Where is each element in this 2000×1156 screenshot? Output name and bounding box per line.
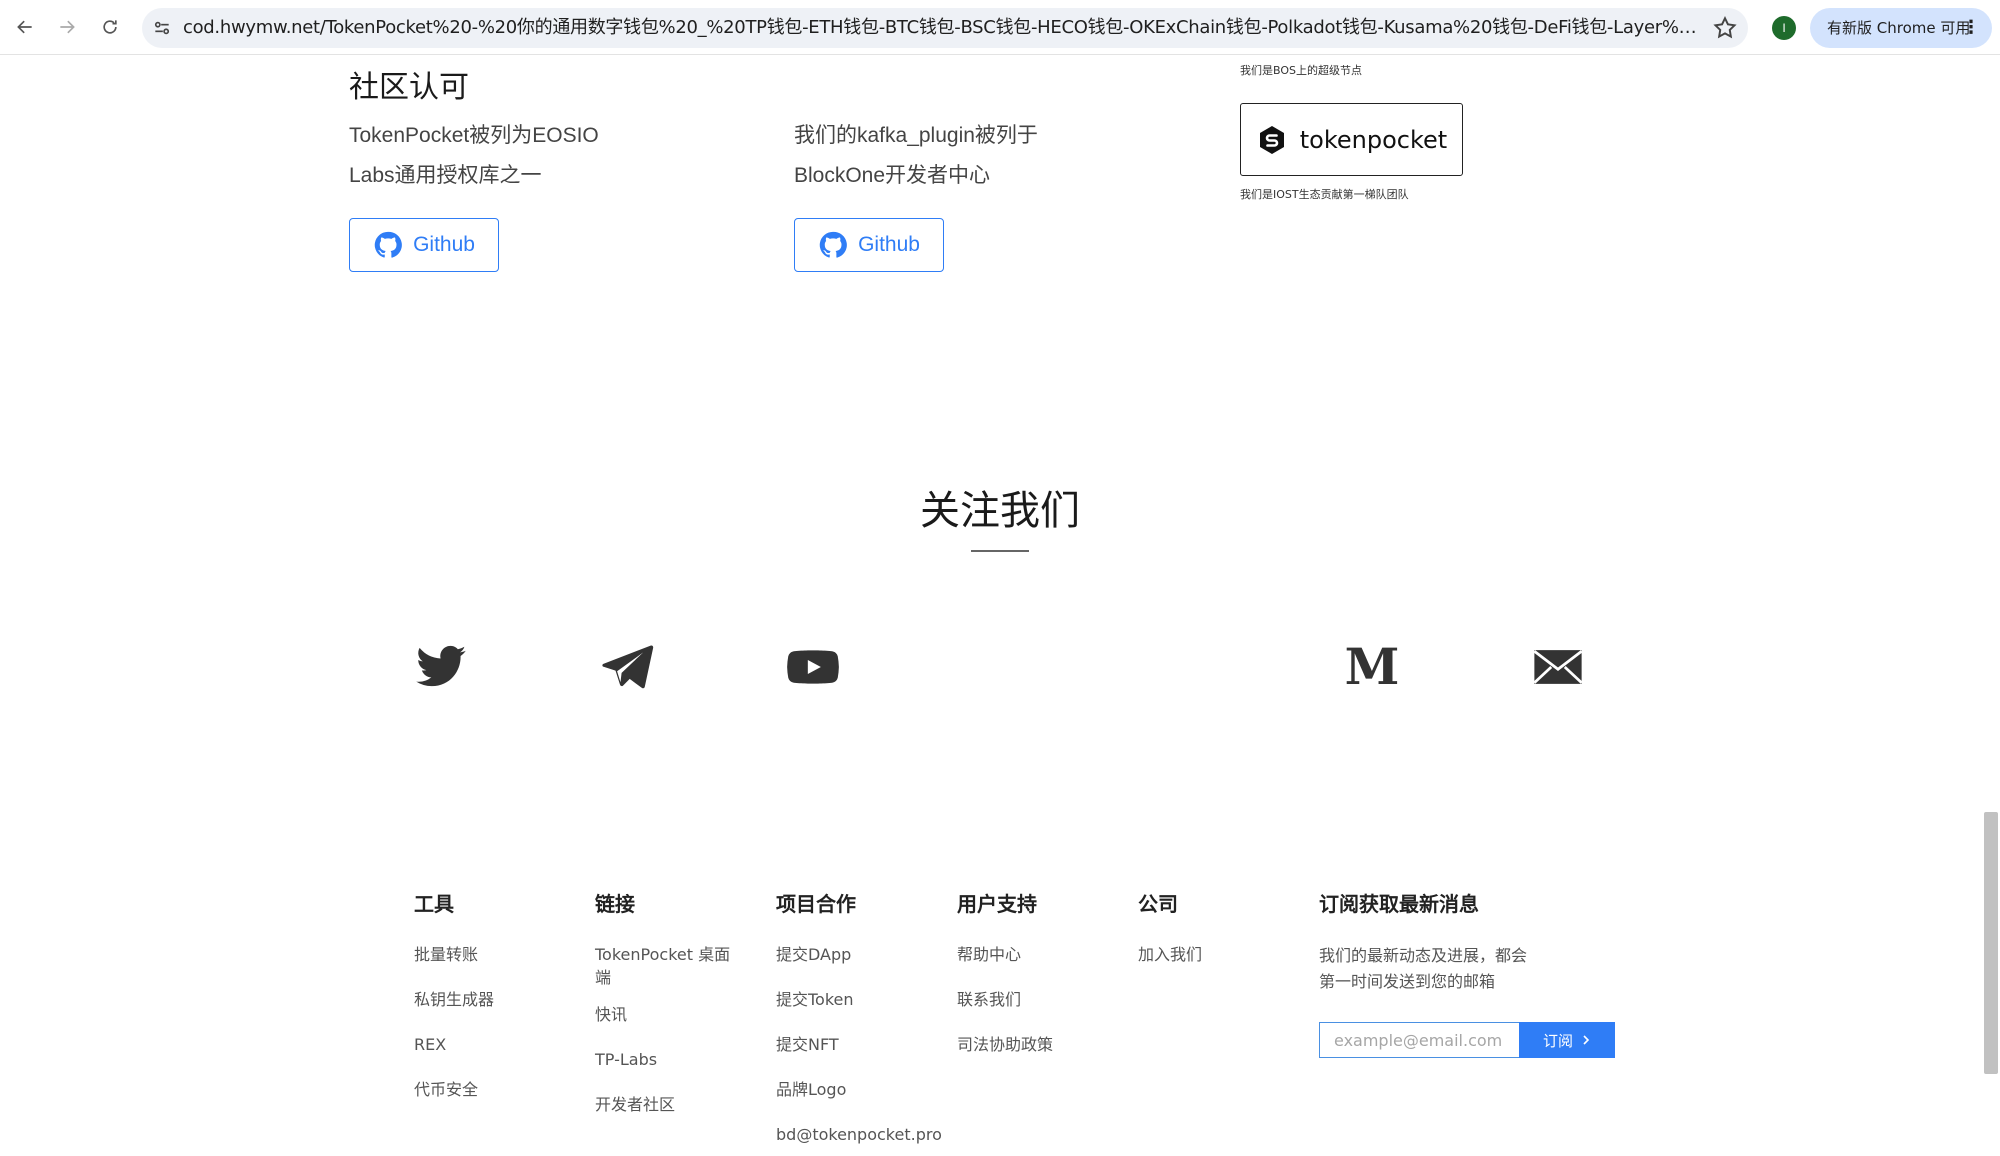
- browser-toolbar: cod.hwymw.net/TokenPocket%20-%20你的通用数字钱包…: [0, 0, 2000, 55]
- github-button-1[interactable]: Github: [349, 218, 499, 272]
- title-divider: [971, 550, 1029, 552]
- github-icon: [374, 231, 402, 258]
- footer-link-key-generator[interactable]: 私钥生成器: [414, 988, 564, 1011]
- subscribe-email-input[interactable]: [1319, 1022, 1519, 1058]
- cert-2-line1: 我们的kafka_plugin被列于: [794, 124, 1038, 147]
- subscribe-form: 订阅: [1319, 1022, 1615, 1058]
- footer-link-desktop[interactable]: TokenPocket 桌面端: [595, 943, 745, 989]
- github-label-2: Github: [858, 233, 920, 256]
- footer-links: 链接 TokenPocket 桌面端 快讯 TP-Labs 开发者社区: [595, 888, 745, 1138]
- footer-subscribe-heading: 订阅获取最新消息: [1319, 894, 1479, 916]
- twitter-icon[interactable]: [414, 640, 468, 694]
- footer-link-submit-token[interactable]: 提交Token: [776, 988, 966, 1011]
- tokenpocket-badge-label: tokenpocket: [1299, 125, 1448, 154]
- footer-link-help-center[interactable]: 帮助中心: [957, 943, 1117, 966]
- chevron-right-icon: [1583, 1035, 1590, 1045]
- footer-link-contact-us[interactable]: 联系我们: [957, 988, 1117, 1011]
- footer-link-bd-email[interactable]: bd@tokenpocket.pro: [776, 1123, 966, 1146]
- footer-link-rex[interactable]: REX: [414, 1033, 564, 1056]
- tokenpocket-logo-icon: [1259, 125, 1284, 154]
- chrome-menu-icon[interactable]: ⋮: [1962, 8, 1980, 48]
- footer-support: 用户支持 帮助中心 联系我们 司法协助政策: [957, 888, 1117, 1078]
- footer-support-heading: 用户支持: [957, 894, 1037, 916]
- svg-text:M: M: [1345, 640, 1399, 694]
- chrome-update-button[interactable]: 有新版 Chrome 可用 ⋮: [1810, 8, 1992, 48]
- footer-link-batch-transfer[interactable]: 批量转账: [414, 943, 564, 966]
- footer-link-token-security[interactable]: 代币安全: [414, 1078, 564, 1101]
- page-scrollbar-thumb[interactable]: [1984, 812, 1998, 1074]
- subscribe-button[interactable]: 订阅: [1519, 1022, 1615, 1058]
- profile-avatar[interactable]: I: [1772, 16, 1796, 40]
- footer-link-news[interactable]: 快讯: [595, 1003, 745, 1026]
- back-icon[interactable]: [10, 12, 40, 42]
- medium-icon[interactable]: M: [1345, 640, 1399, 694]
- footer-company: 公司 加入我们: [1138, 888, 1278, 988]
- footer-link-submit-nft[interactable]: 提交NFT: [776, 1033, 966, 1056]
- cert-text-1: TokenPocket被列为EOSIO Labs通用授权库之一: [349, 116, 599, 196]
- github-label-1: Github: [413, 233, 475, 256]
- bos-caption: 我们是BOS上的超级节点: [1240, 64, 1362, 77]
- footer-company-heading: 公司: [1138, 894, 1178, 916]
- footer-tools-heading: 工具: [414, 894, 454, 916]
- cert-text-2: 我们的kafka_plugin被列于 BlockOne开发者中心: [794, 116, 1038, 196]
- cert-1-line1: TokenPocket被列为EOSIO: [349, 124, 599, 147]
- mail-icon[interactable]: [1531, 640, 1585, 694]
- chrome-update-label: 有新版 Chrome 可用: [1827, 19, 1971, 37]
- community-title: 社区认可: [349, 71, 469, 104]
- subscribe-button-label: 订阅: [1542, 1031, 1573, 1050]
- footer-link-tp-labs[interactable]: TP-Labs: [595, 1048, 745, 1071]
- cert-1-line2: Labs通用授权库之一: [349, 164, 542, 187]
- reload-icon[interactable]: [95, 12, 125, 42]
- footer-link-judicial-policy[interactable]: 司法协助政策: [957, 1033, 1117, 1056]
- telegram-icon[interactable]: [600, 640, 654, 694]
- tokenpocket-badge: tokenpocket: [1240, 103, 1463, 176]
- github-button-2[interactable]: Github: [794, 218, 944, 272]
- footer-subscribe: 订阅获取最新消息 我们的最新动态及进展，都会第一时间发送到您的邮箱: [1319, 888, 1619, 995]
- footer-link-submit-dapp[interactable]: 提交DApp: [776, 943, 966, 966]
- footer-link-brand-logo[interactable]: 品牌Logo: [776, 1078, 966, 1101]
- iost-caption: 我们是IOST生态贡献第一梯队团队: [1240, 188, 1409, 201]
- footer-link-join-us[interactable]: 加入我们: [1138, 943, 1278, 966]
- youtube-icon[interactable]: [786, 640, 840, 694]
- site-info-icon[interactable]: [150, 16, 174, 40]
- footer-cooperation-heading: 项目合作: [776, 894, 856, 916]
- bookmark-star-icon[interactable]: [1712, 15, 1738, 41]
- footer-link-dev-community[interactable]: 开发者社区: [595, 1093, 745, 1116]
- forward-icon[interactable]: [52, 12, 82, 42]
- url-text[interactable]: cod.hwymw.net/TokenPocket%20-%20你的通用数字钱包…: [183, 15, 1703, 41]
- cert-2-line2: BlockOne开发者中心: [794, 164, 991, 187]
- footer-cooperation: 项目合作 提交DApp 提交Token 提交NFT 品牌Logo bd@toke…: [776, 888, 966, 1156]
- follow-title: 关注我们: [920, 489, 1080, 533]
- footer-tools: 工具 批量转账 私钥生成器 REX 代币安全: [414, 888, 564, 1123]
- github-icon: [819, 231, 847, 258]
- footer-links-heading: 链接: [595, 894, 635, 916]
- subscribe-description: 我们的最新动态及进展，都会第一时间发送到您的邮箱: [1319, 946, 1528, 991]
